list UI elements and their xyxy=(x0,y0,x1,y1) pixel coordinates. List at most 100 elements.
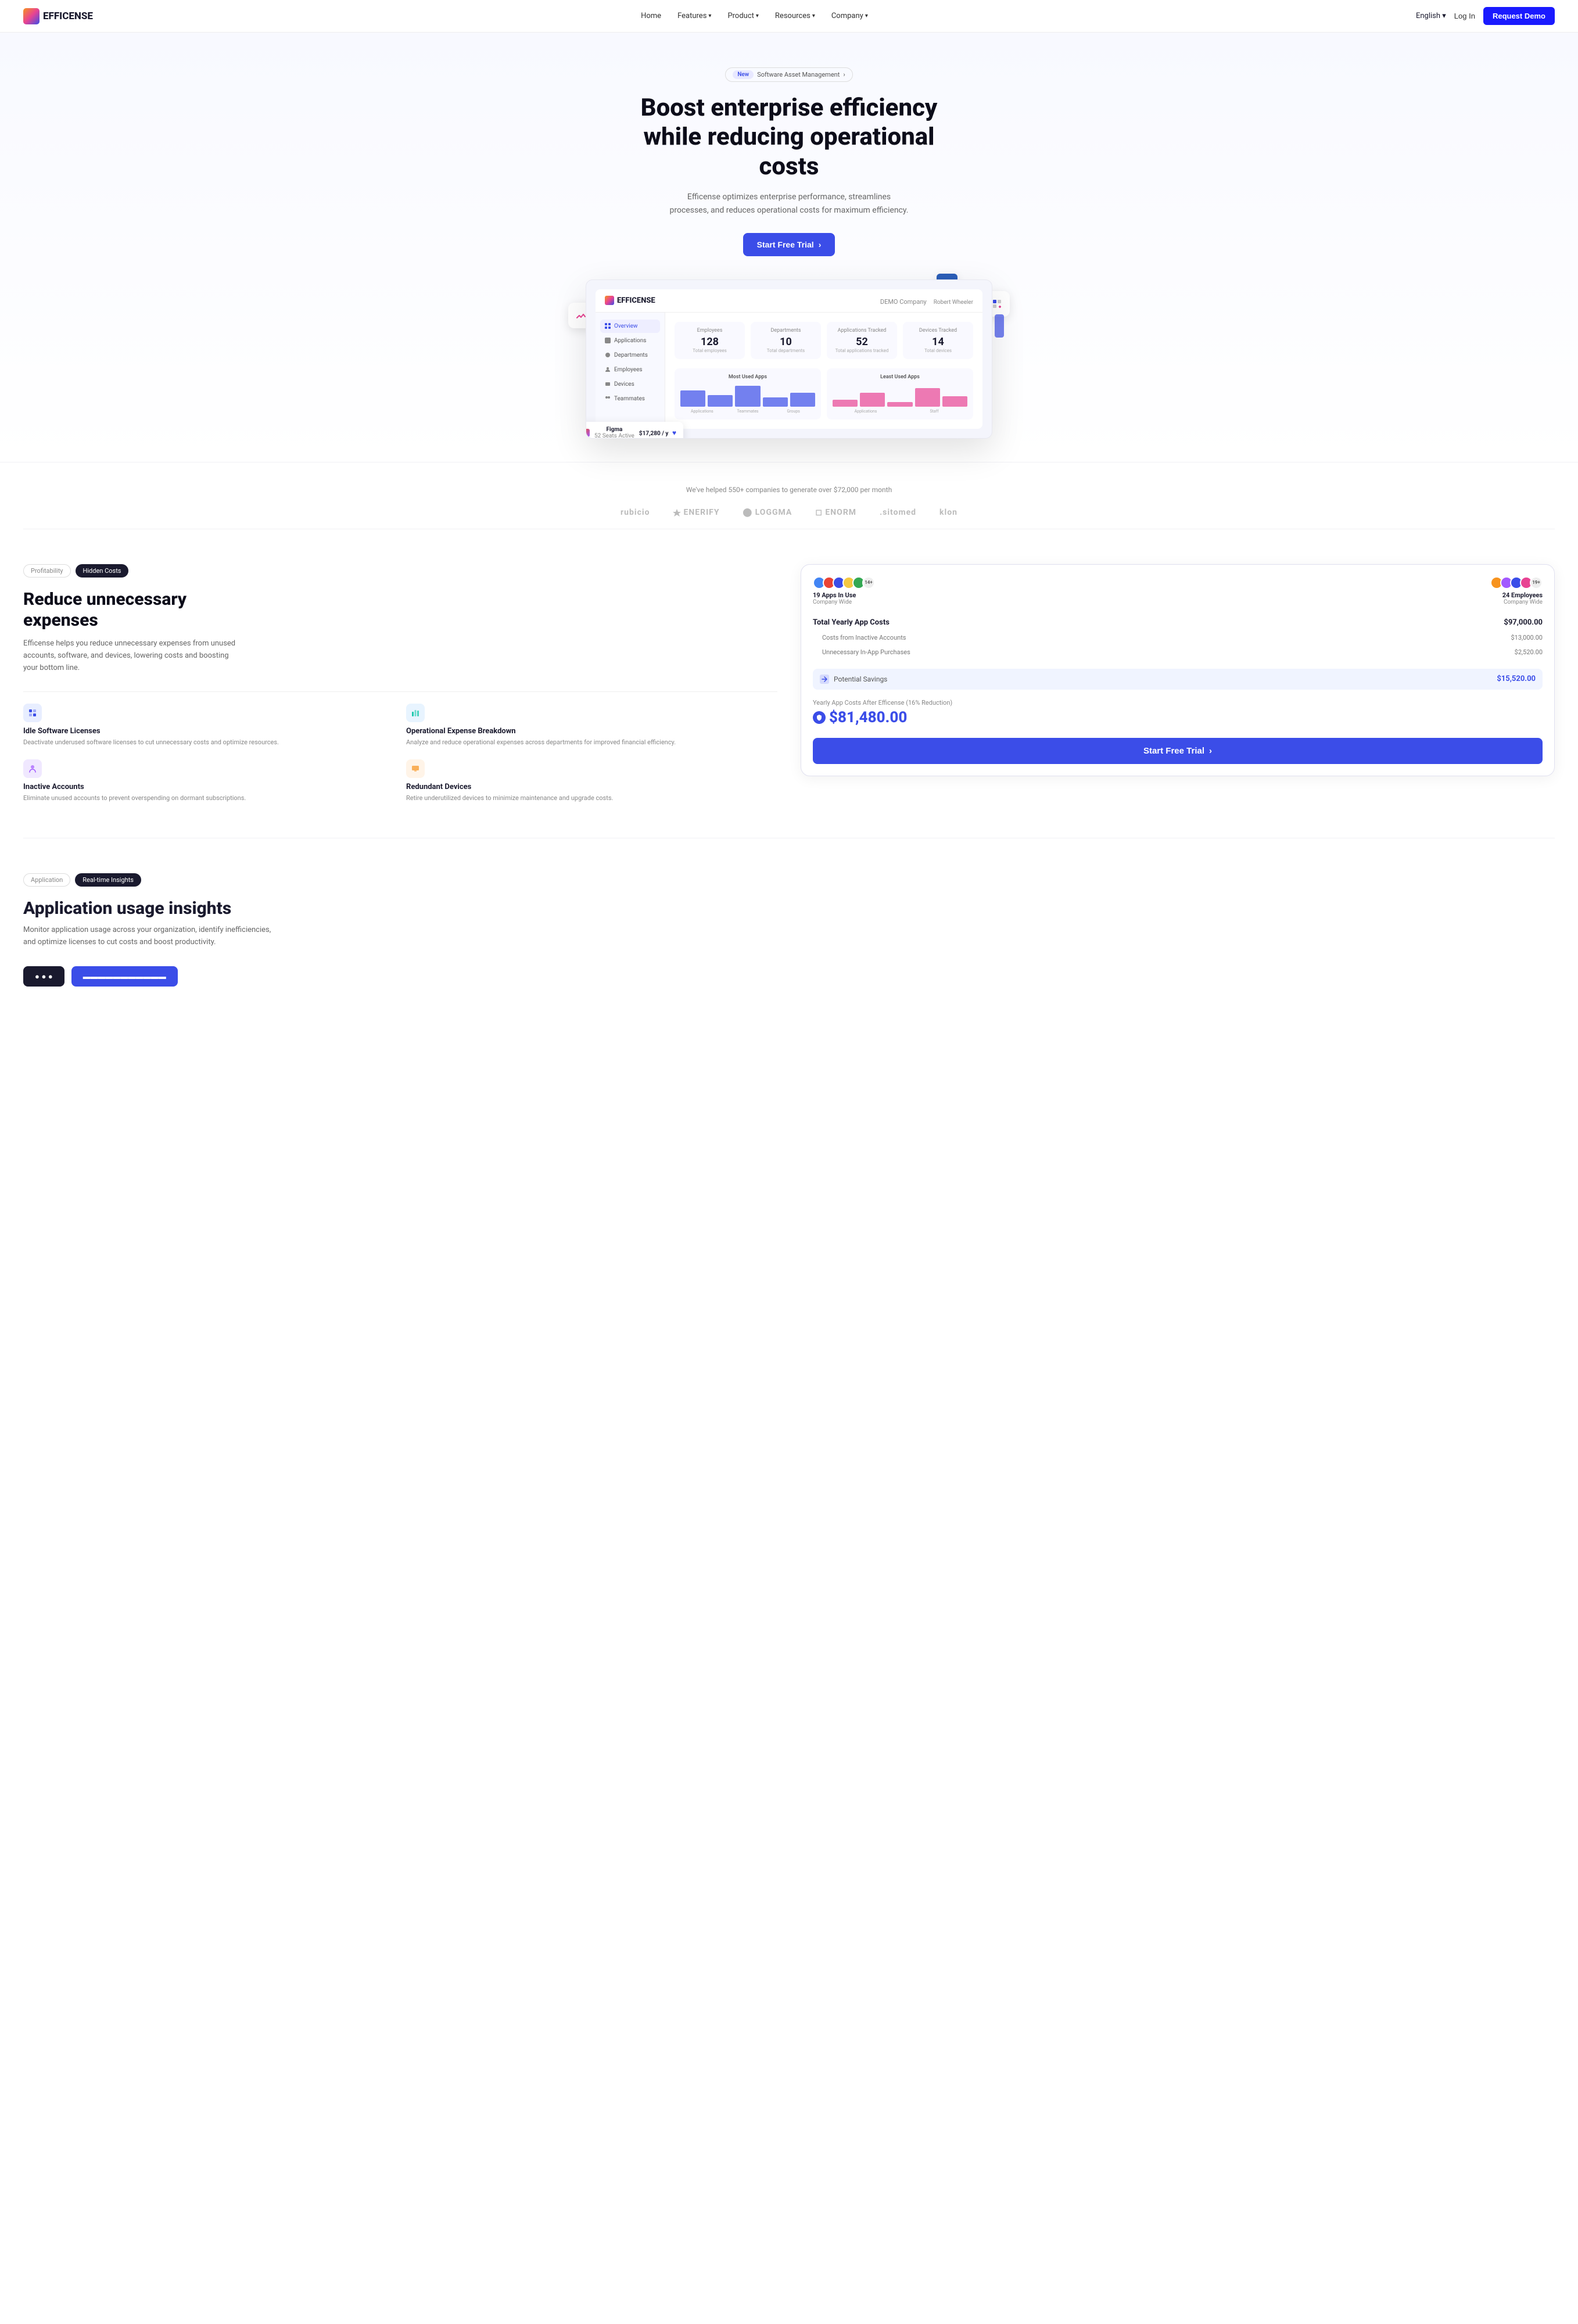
sidebar-overview[interactable]: Overview xyxy=(600,320,660,333)
section-tags: Profitability Hidden Costs xyxy=(23,564,777,578)
chevron-icon: ▾ xyxy=(756,13,759,19)
cost-card-cta: Start Free Trial › xyxy=(813,738,1543,764)
nav-company[interactable]: Company ▾ xyxy=(831,12,868,20)
profitability-section: Profitability Hidden Costs Reduce unnece… xyxy=(0,529,1578,838)
sidebar-applications[interactable]: Applications xyxy=(600,334,660,347)
nav-links: Home Features ▾ Product ▾ Resources ▾ Co… xyxy=(641,12,868,20)
logo[interactable]: EFFICENSE xyxy=(23,8,93,24)
feature-redundant-desc: Retire underutilized devices to minimize… xyxy=(406,794,777,804)
chart-bar xyxy=(942,396,967,407)
stat-apps-label: Applications Tracked xyxy=(833,328,891,333)
logo-rubicio: rubicio xyxy=(621,508,650,517)
hero-heading: Boost enterprise efficiency while reduci… xyxy=(615,94,963,181)
feature-redundant-devices: Redundant Devices Retire underutilized d… xyxy=(406,759,777,804)
dash-logo-text: EFFICENSE xyxy=(617,296,655,305)
chart-bar xyxy=(860,393,885,407)
logo-klon: klon xyxy=(939,508,957,517)
logo-sitomed: .sitomed xyxy=(880,508,916,517)
stat-apps-sub: Total applications tracked xyxy=(833,348,891,353)
cta-arrow-icon: › xyxy=(1209,746,1212,756)
nav-home[interactable]: Home xyxy=(641,12,661,20)
tag-hidden-costs[interactable]: Hidden Costs xyxy=(76,564,129,578)
most-used-apps-card: Most Used Apps Applications xyxy=(675,368,821,419)
feature-inactive-accounts: Inactive Accounts Eliminate unused accou… xyxy=(23,759,395,804)
feature-icon-inactive xyxy=(23,759,42,778)
cost-row-inactive: Costs from Inactive Accounts $13,000.00 xyxy=(813,630,1543,645)
hero-dashboard: EFFICENSE DEMO Company Robert Wheeler Ov… xyxy=(586,279,992,439)
dash-sidebar: Overview Applications Departments E xyxy=(596,313,665,429)
logo-icon xyxy=(23,8,40,24)
apps-info: 14+ 19 Apps In Use Company Wide xyxy=(813,576,875,605)
language-selector[interactable]: English ▾ xyxy=(1416,12,1446,20)
savings-value: $15,520.00 xyxy=(1497,675,1536,683)
dash-stats: Employees 128 Total employees Department… xyxy=(675,322,973,359)
profitability-subtitle: Efficense helps you reduce unnecessary e… xyxy=(23,638,244,674)
chart-bar xyxy=(833,400,858,407)
nav-product[interactable]: Product ▾ xyxy=(727,12,758,20)
feature-grid: Idle Software Licenses Deactivate underu… xyxy=(23,704,777,803)
arrow-icon: › xyxy=(819,240,822,249)
login-button[interactable]: Log In xyxy=(1454,12,1475,20)
dash-charts: Most Used Apps Applications xyxy=(675,368,973,419)
chevron-icon: ▾ xyxy=(865,13,868,19)
features-layout: Profitability Hidden Costs Reduce unnece… xyxy=(23,564,1555,803)
least-used-title: Least Used Apps xyxy=(833,374,967,380)
chart-labels-least: Applications Staff xyxy=(833,409,967,414)
dash-company: DEMO Company Robert Wheeler xyxy=(880,295,973,306)
badge-arrow: › xyxy=(843,71,845,78)
insights-btn-dark[interactable]: ● ● ● xyxy=(23,966,64,987)
stat-departments-label: Departments xyxy=(756,328,815,333)
savings-icon xyxy=(820,675,829,684)
emp-more-badge: 19+ xyxy=(1530,576,1543,589)
feature-icon-redundant xyxy=(406,759,425,778)
sidebar-teammates[interactable]: Teammates xyxy=(600,392,660,406)
stat-departments-value: 10 xyxy=(756,336,815,348)
feature-icon-expense xyxy=(406,704,425,722)
sidebar-employees[interactable]: Employees xyxy=(600,363,660,376)
tag-realtime[interactable]: Real-time Insights xyxy=(75,873,141,887)
sidebar-devices[interactable]: Devices xyxy=(600,378,660,391)
cost-after-label: Yearly App Costs After Efficense (16% Re… xyxy=(813,699,1543,706)
feature-idle-licenses: Idle Software Licenses Deactivate underu… xyxy=(23,704,395,748)
logos-row: rubicio ENERIFY ⬤ LOGGMA ◻ ENORM .sitome… xyxy=(23,508,1555,517)
dash-body: Overview Applications Departments E xyxy=(596,313,982,429)
chart-bar xyxy=(735,386,760,407)
dash-logo: EFFICENSE xyxy=(605,296,655,305)
hero-cta-button[interactable]: Start Free Trial › xyxy=(743,233,835,256)
hero-section: New Software Asset Management › Boost en… xyxy=(0,33,1578,462)
stat-apps-tracked: Applications Tracked 52 Total applicatio… xyxy=(827,322,897,359)
dash-header: EFFICENSE DEMO Company Robert Wheeler xyxy=(596,289,982,313)
features-left: Profitability Hidden Costs Reduce unnece… xyxy=(23,564,777,803)
cost-after-value: $81,480.00 xyxy=(813,709,1543,726)
feature-inactive-title: Inactive Accounts xyxy=(23,783,395,791)
chart-labels: Applications Teammates Groups xyxy=(680,409,815,414)
tag-profitability[interactable]: Profitability xyxy=(23,564,71,578)
stat-devices-label: Devices Tracked xyxy=(909,328,967,333)
stat-devices-value: 14 xyxy=(909,336,967,348)
stat-devices: Devices Tracked 14 Total devices xyxy=(903,322,973,359)
tag-application[interactable]: Application xyxy=(23,873,70,887)
cost-row-unnecessary: Unnecessary In-App Purchases $2,520.00 xyxy=(813,645,1543,659)
nav-features[interactable]: Features ▾ xyxy=(677,12,711,20)
request-demo-button[interactable]: Request Demo xyxy=(1483,7,1555,25)
insights-preview: ● ● ● ▬▬▬▬▬▬▬▬▬▬▬ xyxy=(23,966,1555,987)
insights-tags: Application Real-time Insights xyxy=(23,873,1555,887)
employees-info: 19+ 24 Employees Company Wide xyxy=(1493,576,1543,605)
stat-employees-label: Employees xyxy=(680,328,739,333)
figma-logo-icon xyxy=(586,429,590,437)
figma-info: Figma 52 Seats Active xyxy=(594,426,634,439)
sidebar-departments[interactable]: Departments xyxy=(600,349,660,362)
insights-btn-blue[interactable]: ▬▬▬▬▬▬▬▬▬▬▬ xyxy=(71,966,178,987)
stat-devices-sub: Total devices xyxy=(909,348,967,353)
navbar: EFFICENSE Home Features ▾ Product ▾ Reso… xyxy=(0,0,1578,33)
shield-icon xyxy=(813,711,826,724)
least-used-apps-card: Least Used Apps Applications xyxy=(827,368,973,419)
stat-apps-value: 52 xyxy=(833,336,891,348)
cost-card-cta-button[interactable]: Start Free Trial › xyxy=(813,738,1543,764)
chart-bar xyxy=(763,397,788,407)
badge-text: Software Asset Management xyxy=(757,71,840,78)
trusted-section: We've helped 550+ companies to generate … xyxy=(0,462,1578,529)
insights-section: Application Real-time Insights Applicati… xyxy=(0,838,1578,1010)
nav-resources[interactable]: Resources ▾ xyxy=(775,12,815,20)
stat-departments: Departments 10 Total departments xyxy=(751,322,821,359)
